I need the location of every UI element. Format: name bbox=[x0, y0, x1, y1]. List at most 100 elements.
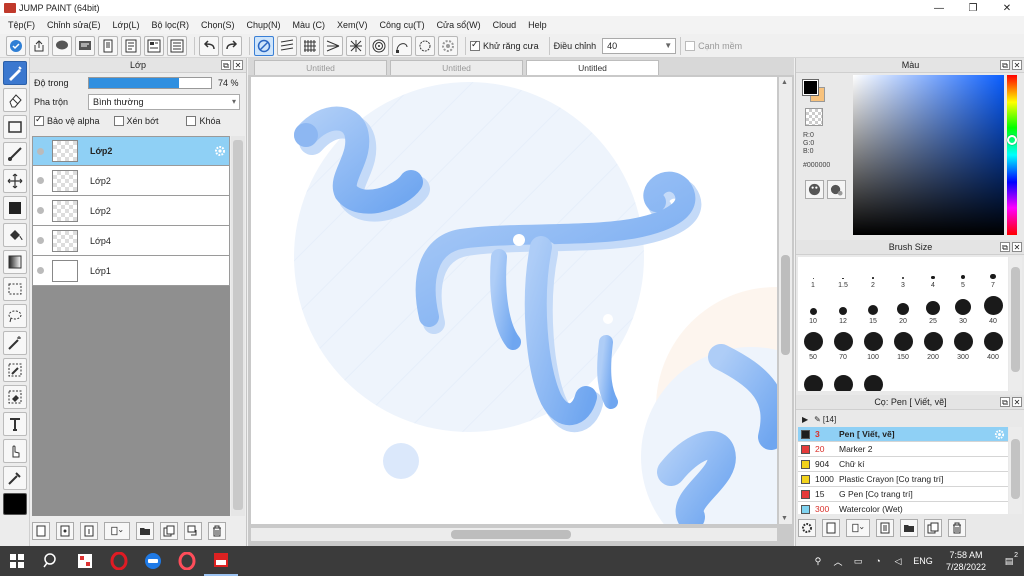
taskbar-jump-paint[interactable] bbox=[204, 546, 238, 576]
palette-button[interactable] bbox=[805, 180, 824, 199]
brush-size-cell[interactable] bbox=[858, 367, 888, 391]
close-panel-icon[interactable]: ✕ bbox=[1012, 397, 1022, 407]
minimize-button[interactable]: — bbox=[922, 0, 956, 16]
eyedropper-tool[interactable] bbox=[2, 466, 27, 490]
merge-layer-button[interactable] bbox=[184, 522, 202, 540]
brush-size-cell[interactable] bbox=[798, 367, 828, 391]
shape-tool[interactable] bbox=[2, 115, 27, 139]
layer-item[interactable]: Lớp4 bbox=[32, 226, 230, 256]
menu-layer[interactable]: Lớp(L) bbox=[107, 20, 146, 30]
fill-rect-tool[interactable] bbox=[2, 196, 27, 220]
ellipse-ruler-button[interactable] bbox=[415, 35, 435, 56]
menu-view[interactable]: Xem(V) bbox=[331, 20, 374, 30]
close-panel-icon[interactable]: ✕ bbox=[1012, 242, 1022, 252]
line-tool[interactable] bbox=[2, 142, 27, 166]
notification-center-icon[interactable]: ▤ 2 bbox=[994, 552, 1024, 567]
pen-duplicate-button[interactable] bbox=[924, 519, 942, 537]
pen-list-item[interactable]: 3 Pen [ Viết, vẽ] bbox=[798, 427, 1008, 442]
scrollbar-thumb[interactable] bbox=[1011, 267, 1020, 372]
panel-button[interactable] bbox=[144, 35, 164, 56]
brush-size-cell[interactable]: 30 bbox=[948, 295, 978, 325]
brush-size-cell[interactable]: 400 bbox=[978, 331, 1008, 361]
document-button[interactable] bbox=[121, 35, 141, 56]
hue-slider[interactable] bbox=[1007, 75, 1017, 235]
checklist-button[interactable] bbox=[167, 35, 187, 56]
perspective-ruler-button[interactable] bbox=[323, 35, 343, 56]
document-tab-active[interactable]: Untitled bbox=[526, 60, 659, 75]
brush-size-cell[interactable]: 4 bbox=[918, 259, 948, 289]
new-pen-button[interactable] bbox=[822, 519, 840, 537]
brush-size-cell[interactable]: 15 bbox=[858, 295, 888, 325]
new-layer-button[interactable] bbox=[32, 522, 50, 540]
brush-size-cell[interactable]: 100 bbox=[858, 331, 888, 361]
color-swatch-tool[interactable] bbox=[2, 493, 27, 515]
operation-tool[interactable] bbox=[2, 439, 27, 463]
ruler-off-button[interactable] bbox=[254, 35, 274, 56]
antialias-toggle[interactable]: Khử răng cưa bbox=[470, 39, 539, 51]
layer-scrollbar[interactable] bbox=[231, 136, 245, 516]
concentric-ruler-button[interactable] bbox=[369, 35, 389, 56]
menu-cloud[interactable]: Cloud bbox=[487, 20, 523, 30]
pen-folder-button[interactable] bbox=[900, 519, 918, 537]
scroll-up-icon[interactable]: ▲ bbox=[781, 79, 788, 86]
pen-list-item[interactable]: 300 Watercolor (Wet) bbox=[798, 502, 1008, 514]
network-icon[interactable]: ◔ bbox=[868, 556, 888, 566]
start-button[interactable] bbox=[0, 546, 34, 576]
eraser-tool[interactable] bbox=[2, 88, 27, 112]
transparent-color-swatch[interactable] bbox=[805, 108, 823, 126]
scrollbar-thumb[interactable] bbox=[233, 140, 243, 510]
comment-button[interactable] bbox=[52, 35, 72, 56]
layer-item[interactable]: Lớp2 bbox=[32, 136, 230, 166]
close-button[interactable]: ✕ bbox=[990, 0, 1024, 16]
hue-knob[interactable] bbox=[1007, 135, 1017, 145]
canvas-vertical-scrollbar[interactable]: ▲ ▼ bbox=[779, 77, 792, 524]
palette-settings-button[interactable] bbox=[827, 180, 846, 199]
gear-icon[interactable] bbox=[214, 145, 226, 157]
scroll-down-icon[interactable]: ▼ bbox=[781, 515, 788, 522]
menu-edit[interactable]: Chỉnh sửa(E) bbox=[41, 20, 107, 30]
brush-size-cell[interactable]: 10 bbox=[798, 295, 828, 325]
snap-toggle[interactable]: Cạnh mềm bbox=[685, 40, 742, 51]
new-8bit-layer-button[interactable] bbox=[80, 522, 98, 540]
cloud-check-button[interactable] bbox=[6, 35, 26, 56]
duplicate-layer-button[interactable] bbox=[160, 522, 178, 540]
pen-list-item[interactable]: 15 G Pen [Cọ trang trí] bbox=[798, 487, 1008, 502]
lock-checkbox[interactable] bbox=[186, 116, 197, 126]
search-button[interactable] bbox=[34, 546, 68, 576]
page-button[interactable] bbox=[98, 35, 118, 56]
radial-ruler-button[interactable] bbox=[346, 35, 366, 56]
document-tab[interactable]: Untitled bbox=[390, 60, 523, 75]
brush-size-cell[interactable]: 7 bbox=[978, 259, 1008, 289]
share-button[interactable] bbox=[29, 35, 49, 56]
menu-tools[interactable]: Công cụ(T) bbox=[374, 20, 431, 30]
brush-size-cell[interactable]: 300 bbox=[948, 331, 978, 361]
curve-ruler-button[interactable] bbox=[392, 35, 412, 56]
antialias-checkbox[interactable] bbox=[470, 39, 480, 51]
brush-size-cell[interactable]: 25 bbox=[918, 295, 948, 325]
volume-icon[interactable]: ◁ bbox=[888, 556, 908, 567]
redo-button[interactable] bbox=[222, 35, 242, 56]
brush-size-cell[interactable]: 3 bbox=[888, 259, 918, 289]
protect-alpha-toggle[interactable]: Bảo vệ alpha bbox=[34, 114, 100, 126]
layer-item[interactable]: Lớp1 bbox=[32, 256, 230, 286]
taskbar-opera[interactable] bbox=[102, 546, 136, 576]
float-panel-icon[interactable]: ⧉ bbox=[1000, 60, 1010, 70]
layer-item[interactable]: Lớp2 bbox=[32, 196, 230, 226]
brush-scrollbar[interactable] bbox=[1009, 257, 1022, 391]
close-panel-icon[interactable]: ✕ bbox=[233, 60, 243, 70]
layer-item[interactable]: Lớp2 bbox=[32, 166, 230, 196]
visibility-icon[interactable] bbox=[37, 267, 44, 274]
brush-size-cell[interactable]: 2 bbox=[858, 259, 888, 289]
gear-icon[interactable] bbox=[994, 429, 1005, 440]
float-panel-icon[interactable]: ⧉ bbox=[1000, 242, 1010, 252]
brush-size-cell[interactable]: 1 bbox=[798, 259, 828, 289]
lasso-tool[interactable] bbox=[2, 304, 27, 328]
brush-size-cell[interactable]: 12 bbox=[828, 295, 858, 325]
undo-button[interactable] bbox=[199, 35, 219, 56]
blend-mode-select[interactable]: Bình thường ▾ bbox=[88, 93, 240, 110]
canvas-horizontal-scrollbar[interactable] bbox=[251, 528, 777, 541]
clock[interactable]: 7:58 AM 7/28/2022 bbox=[946, 549, 986, 573]
opacity-slider[interactable] bbox=[88, 76, 212, 89]
menu-color[interactable]: Màu (C) bbox=[287, 20, 332, 30]
bucket-tool[interactable] bbox=[2, 223, 27, 247]
